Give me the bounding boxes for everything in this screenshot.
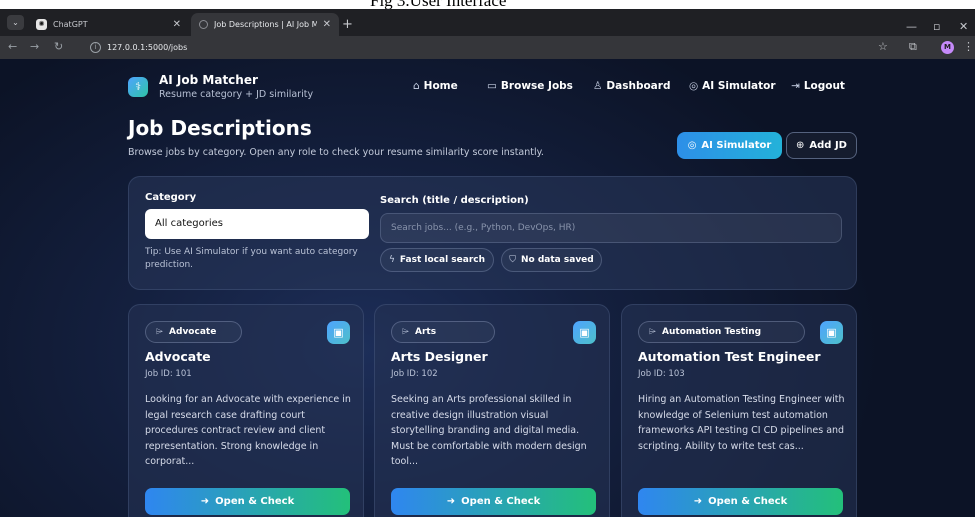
job-title[interactable]: Advocate — [145, 349, 211, 364]
new-tab-icon[interactable]: + — [342, 17, 353, 32]
button-label: Open & Check — [708, 496, 788, 507]
job-description: Looking for an Advocate with experience … — [145, 394, 351, 467]
add-jd-button[interactable]: ⊕ Add JD — [786, 132, 857, 159]
bookmark-star-icon[interactable]: ☆ — [878, 40, 888, 53]
category-tag: ⌲ Advocate — [145, 321, 242, 343]
page-title: Job Descriptions — [128, 116, 312, 140]
figure-caption: Fig 3.User Interface — [0, 0, 975, 9]
briefcase-icon: ▣ — [820, 321, 843, 344]
nav-label: Dashboard — [606, 80, 671, 92]
job-id: Job ID: 102 — [391, 369, 438, 379]
job-title[interactable]: Arts Designer — [391, 349, 488, 364]
forward-icon[interactable]: → — [30, 40, 39, 53]
badge-label: Fast local search — [399, 255, 486, 265]
back-icon[interactable]: ← — [8, 40, 17, 53]
plus-circle-icon: ⊕ — [796, 140, 805, 151]
address-bar[interactable]: i 127.0.0.1:5000/jobs — [90, 39, 880, 56]
job-title[interactable]: Automation Test Engineer — [638, 349, 821, 364]
figure-caption-text: Fig 3.User Interface — [370, 0, 506, 9]
chatgpt-icon: ✺ — [36, 19, 47, 30]
user-icon: ♙ — [593, 80, 603, 92]
logout-icon: ⇥ — [791, 80, 800, 92]
restore-icon[interactable]: ▫ — [933, 20, 940, 33]
tag-label: Advocate — [169, 327, 217, 337]
open-check-button[interactable]: ➜ Open & Check — [638, 488, 843, 515]
close-tab-icon[interactable]: ✕ — [173, 19, 181, 30]
shield-icon: ⛉ — [509, 255, 517, 265]
button-label: Open & Check — [461, 496, 541, 507]
nav-home[interactable]: ⌂ Home — [413, 80, 458, 92]
nav-label: Home — [423, 80, 458, 92]
browser-address-row: ← → ↻ i 127.0.0.1:5000/jobs ☆ ⧉ ⋮ — [0, 36, 975, 59]
arrow-circle-icon: ➜ — [200, 496, 210, 507]
fast-search-badge: ϟ Fast local search — [380, 248, 494, 272]
nav-ai-simulator[interactable]: ◎ AI Simulator — [689, 80, 776, 92]
site-info-icon[interactable]: i — [90, 42, 101, 53]
no-data-badge: ⛉ No data saved — [501, 248, 602, 272]
job-id: Job ID: 101 — [145, 369, 192, 379]
category-select[interactable]: All categories — [145, 209, 369, 239]
open-check-button[interactable]: ➜ Open & Check — [145, 488, 350, 515]
button-label: AI Simulator — [701, 140, 772, 151]
brand-title[interactable]: AI Job Matcher — [159, 73, 258, 87]
extensions-icon[interactable]: ⧉ — [909, 40, 917, 54]
job-card: ⌲ Arts ▣ Arts Designer Job ID: 102 Seekin… — [374, 304, 610, 517]
nav-label: AI Simulator — [702, 80, 776, 92]
briefcase-icon: ▣ — [327, 321, 350, 344]
button-label: Open & Check — [215, 496, 295, 507]
page-viewport: ⚕ AI Job Matcher Resume category + JD si… — [0, 59, 975, 517]
button-label: Add JD — [809, 140, 847, 151]
home-icon: ⌂ — [413, 80, 420, 92]
menu-icon[interactable]: ⋮ — [963, 40, 974, 53]
url-text: 127.0.0.1:5000/jobs — [107, 43, 188, 52]
reload-icon[interactable]: ↻ — [54, 40, 63, 53]
job-description: Hiring an Automation Testing Engineer wi… — [638, 394, 845, 452]
job-card: ⌲ Advocate ▣ Advocate Job ID: 101 Looking… — [128, 304, 364, 517]
browser-tab-jobs[interactable]: Job Descriptions | AI Job Matcher ✕ — [191, 13, 339, 36]
browser-tab-chatgpt[interactable]: ✺ ChatGPT ✕ — [28, 13, 189, 36]
close-window-icon[interactable]: ✕ — [959, 20, 968, 33]
nav-browse-jobs[interactable]: ▭ Browse Jobs — [487, 80, 573, 92]
tag-icon: ⌲ — [649, 327, 657, 337]
minimize-icon[interactable]: — — [906, 20, 917, 33]
brand-subtitle: Resume category + JD similarity — [159, 89, 314, 100]
job-id: Job ID: 103 — [638, 369, 685, 379]
nav-dashboard[interactable]: ♙ Dashboard — [593, 80, 670, 92]
close-tab-icon[interactable]: ✕ — [323, 19, 331, 30]
open-check-button[interactable]: ➜ Open & Check — [391, 488, 596, 515]
nav-label: Logout — [803, 80, 845, 92]
profile-avatar[interactable]: M — [941, 41, 954, 54]
job-card: ⌲ Automation Testing ▣ Automation Test En… — [621, 304, 857, 517]
arrow-circle-icon: ➜ — [693, 496, 703, 507]
tag-icon: ⌲ — [156, 327, 164, 337]
tag-icon: ⌲ — [402, 327, 410, 337]
target-icon: ◎ — [689, 80, 699, 92]
category-tag: ⌲ Arts — [391, 321, 495, 343]
arrow-circle-icon: ➜ — [446, 496, 456, 507]
filter-panel: Category All categories Tip: Use AI Simu… — [128, 176, 857, 290]
search-input[interactable]: Search jobs... (e.g., Python, DevOps, HR… — [380, 213, 842, 243]
tag-label: Arts — [415, 327, 437, 337]
target-icon: ◎ — [687, 140, 697, 151]
tab-title: ChatGPT — [53, 20, 88, 29]
tab-search-icon[interactable]: ⌄ — [7, 15, 24, 30]
badge-label: No data saved — [521, 255, 594, 265]
brand-logo-icon[interactable]: ⚕ — [128, 77, 148, 97]
tab-title: Job Descriptions | AI Job Matcher — [214, 20, 317, 29]
briefcase-icon: ▭ — [487, 80, 497, 92]
page-subtitle: Browse jobs by category. Open any role t… — [128, 147, 544, 158]
search-label: Search (title / description) — [380, 195, 529, 206]
tag-label: Automation Testing — [662, 327, 762, 337]
browser-tab-strip: ⌄ ✺ ChatGPT ✕ Job Descriptions | AI Job … — [0, 9, 975, 36]
category-tag: ⌲ Automation Testing — [638, 321, 805, 343]
category-label: Category — [145, 192, 197, 203]
nav-logout[interactable]: ⇥ Logout — [791, 80, 845, 92]
briefcase-icon: ▣ — [573, 321, 596, 344]
globe-icon — [199, 20, 208, 29]
nav-label: Browse Jobs — [500, 80, 573, 92]
ai-simulator-button[interactable]: ◎ AI Simulator — [677, 132, 782, 159]
category-tip: Tip: Use AI Simulator if you want auto c… — [145, 247, 358, 270]
lightning-icon: ϟ — [388, 255, 395, 265]
job-description: Seeking an Arts professional skilled in … — [391, 394, 587, 467]
